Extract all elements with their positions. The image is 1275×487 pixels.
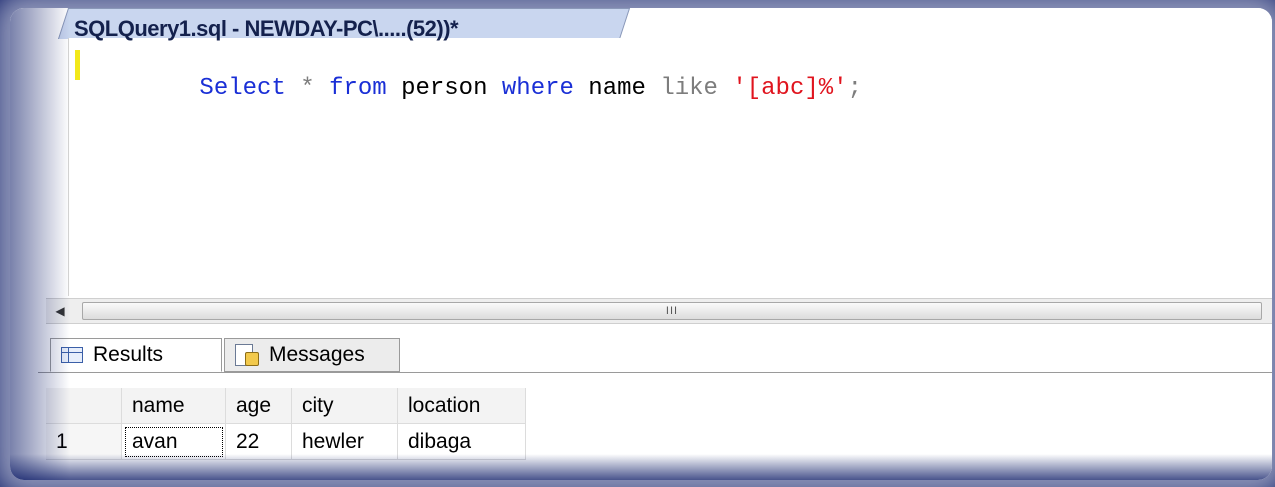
results-grid[interactable]: name age city location 1 avan 22 hewler … [46,388,1272,460]
semicolon: ; [847,75,862,102]
column-header-age[interactable]: age [226,388,292,424]
cell-location[interactable]: dibaga [398,424,526,460]
column-header-name[interactable]: name [122,388,226,424]
tab-messages[interactable]: Messages [224,338,400,372]
ssms-window: SQLQuery1.sql - NEWDAY-PC\.....(52))* Se… [10,8,1272,480]
query-line[interactable]: Select * from person where name like '[a… [113,48,862,129]
tab-messages-label: Messages [269,343,365,366]
table-row[interactable]: 1 avan 22 hewler dibaga [46,424,1272,460]
scroll-left-arrow-icon[interactable]: ◀ [46,299,74,323]
row-number-header[interactable] [46,388,122,424]
string-literal: '[abc]%' [732,75,848,102]
horizontal-scrollbar[interactable]: ◀ III [46,298,1272,324]
scroll-grip-icon: III [665,305,679,317]
change-indicator [75,50,80,80]
operator-star: * [300,75,315,102]
keyword-select: Select [199,75,286,102]
row-number[interactable]: 1 [46,424,122,460]
cell-age[interactable]: 22 [226,424,292,460]
grid-header-row: name age city location [46,388,1272,424]
identifier-person: person [386,75,502,102]
operator-like: like [660,75,718,102]
keyword-where: where [501,75,574,102]
tab-results[interactable]: Results [50,338,222,372]
tab-results-label: Results [93,343,164,366]
column-header-location[interactable]: location [398,388,526,424]
messages-icon [235,344,259,366]
identifier-name: name [573,75,661,102]
document-tab-title[interactable]: SQLQuery1.sql - NEWDAY-PC\.....(52))* [74,16,459,42]
query-editor[interactable]: Select * from person where name like '[a… [68,38,1272,296]
keyword-from: from [329,75,387,102]
column-header-city[interactable]: city [292,388,398,424]
scroll-thumb[interactable]: III [82,302,1262,320]
grid-icon [61,347,83,363]
cell-name[interactable]: avan [122,424,226,460]
cell-city[interactable]: hewler [292,424,398,460]
results-tab-strip: Results Messages [38,332,1272,373]
